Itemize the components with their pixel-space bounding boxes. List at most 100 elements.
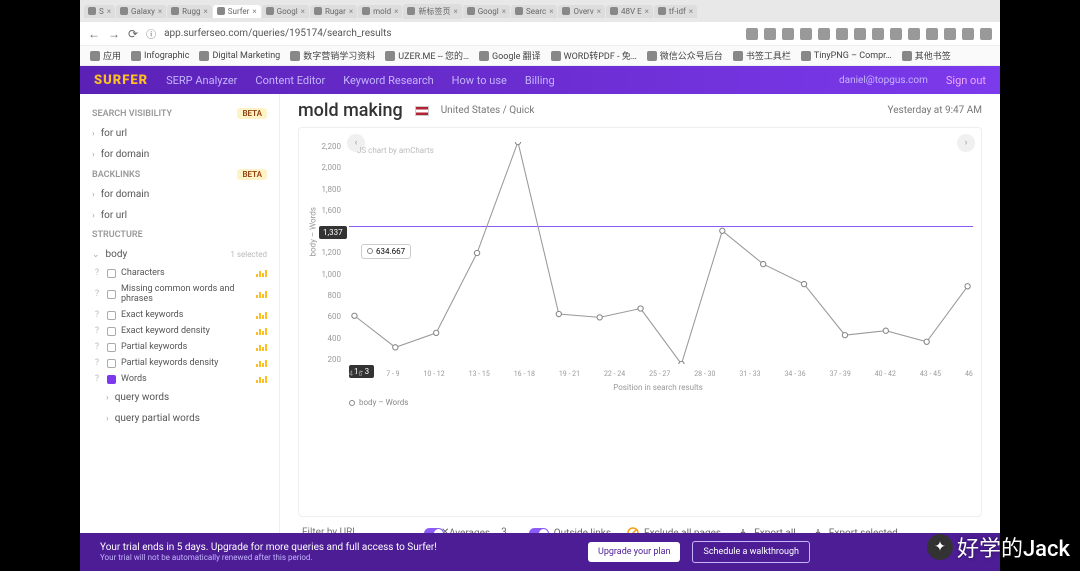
browser-tab[interactable]: mold× [358, 5, 402, 18]
close-icon[interactable]: × [502, 7, 506, 16]
checkbox[interactable] [107, 343, 116, 352]
checkbox[interactable] [107, 290, 116, 299]
close-icon[interactable]: × [645, 7, 649, 16]
bookmark-icon [290, 51, 300, 61]
browser-tab[interactable]: 48V E× [606, 5, 653, 18]
bookmark-item[interactable]: 应用 [90, 49, 121, 62]
help-icon[interactable]: ? [92, 310, 102, 320]
sidebar-metric-row[interactable]: ?Partial keywords [80, 339, 279, 355]
signout-link[interactable]: Sign out [946, 74, 986, 87]
favicon-icon [658, 7, 666, 15]
close-icon[interactable]: × [301, 7, 305, 16]
extension-icon[interactable] [818, 28, 830, 40]
browser-tab[interactable]: S× [84, 5, 115, 18]
bookmark-item[interactable]: UZER.ME -- 您的… [385, 49, 469, 62]
checkbox[interactable] [107, 359, 116, 368]
favicon-icon [171, 7, 179, 15]
sidebar-item[interactable]: ›for domain [80, 184, 279, 205]
sidebar-subitem[interactable]: ›query partial words [80, 408, 279, 429]
extension-icon[interactable] [854, 28, 866, 40]
bookmark-item[interactable]: 其他书签 [902, 49, 951, 62]
browser-tab[interactable]: Rugg× [167, 5, 212, 18]
tooltip: 634.667 [361, 244, 411, 259]
checkbox[interactable] [107, 327, 116, 336]
close-icon[interactable]: × [394, 7, 398, 16]
extension-icon[interactable] [926, 28, 938, 40]
sparkline-icon [256, 375, 267, 383]
bookmark-item[interactable]: WORD转PDF - 免… [551, 49, 637, 62]
bookmark-item[interactable]: TinyPNG – Compr… [801, 51, 892, 61]
upgrade-button[interactable]: Upgrade your plan [588, 542, 680, 562]
browser-tab[interactable]: tf-idf× [654, 5, 697, 18]
help-icon[interactable]: ? [92, 289, 102, 299]
sidebar-metric-row[interactable]: ?Partial keywords density [80, 355, 279, 371]
close-icon[interactable]: × [453, 7, 457, 16]
sidebar-item[interactable]: ›for url [80, 205, 279, 226]
bookmark-item[interactable]: 书签工具栏 [733, 49, 791, 62]
browser-tab[interactable]: Galaxy× [116, 5, 166, 18]
extension-icon[interactable] [836, 28, 848, 40]
checkbox[interactable] [107, 375, 116, 384]
help-icon[interactable]: ? [92, 268, 102, 278]
bookmark-item[interactable]: 数字营销学习资料 [290, 49, 375, 62]
extension-icon[interactable] [908, 28, 920, 40]
browser-tab[interactable]: Searc× [511, 5, 557, 18]
nav-item[interactable]: Billing [525, 74, 555, 87]
close-icon[interactable]: × [107, 7, 111, 16]
nav-item[interactable]: SERP Analyzer [166, 74, 237, 87]
extension-icon[interactable] [890, 28, 902, 40]
bookmark-item[interactable]: 微信公众号后台 [647, 49, 723, 62]
help-icon[interactable]: ? [92, 342, 102, 352]
sidebar-metric-row[interactable]: ?Missing common words and phrases [80, 281, 279, 307]
close-icon[interactable]: × [549, 7, 553, 16]
schedule-button[interactable]: Schedule a walkthrough [692, 541, 810, 563]
favicon-icon [120, 7, 128, 15]
url-text[interactable]: app.surferseo.com/queries/195174/search_… [164, 28, 738, 39]
extension-icon[interactable] [962, 28, 974, 40]
help-icon[interactable]: ? [92, 374, 102, 384]
extension-icon[interactable] [746, 28, 758, 40]
browser-tab[interactable]: Surfer× [213, 5, 261, 18]
sidebar-item[interactable]: ›for url [80, 123, 279, 144]
extension-icon[interactable] [944, 28, 956, 40]
extension-icon[interactable] [800, 28, 812, 40]
bookmark-item[interactable]: Infographic [131, 51, 189, 61]
close-icon[interactable]: × [597, 7, 601, 16]
browser-tab[interactable]: Rugar× [310, 5, 357, 18]
close-icon[interactable]: × [349, 7, 353, 16]
sidebar-item[interactable]: ›for domain [80, 144, 279, 165]
back-icon[interactable]: ← [88, 27, 100, 41]
help-icon[interactable]: ? [92, 326, 102, 336]
extension-icon[interactable] [872, 28, 884, 40]
sidebar-metric-row[interactable]: ?Exact keyword density [80, 323, 279, 339]
close-icon[interactable]: × [204, 7, 208, 16]
extension-icon[interactable] [782, 28, 794, 40]
bookmark-item[interactable]: Digital Marketing [199, 51, 280, 61]
nav-item[interactable]: Content Editor [255, 74, 325, 87]
nav-item[interactable]: Keyword Research [343, 74, 433, 87]
sidebar-subitem[interactable]: ›query words [80, 387, 279, 408]
browser-tab[interactable]: 新标签页× [403, 4, 461, 19]
extension-icon[interactable] [980, 28, 992, 40]
sidebar-metric-row[interactable]: ?Exact keywords [80, 307, 279, 323]
browser-tab[interactable]: Overv× [558, 5, 605, 18]
extension-icon[interactable] [764, 28, 776, 40]
close-icon[interactable]: × [252, 7, 256, 16]
help-icon[interactable]: ? [92, 358, 102, 368]
sidebar-structure-body[interactable]: ⌄body1 selected [80, 244, 279, 265]
app-nav: SURFER SERP Analyzer Content Editor Keywor… [80, 66, 1000, 94]
nav-item[interactable]: How to use [452, 74, 507, 87]
checkbox[interactable] [107, 311, 116, 320]
browser-tab[interactable]: Googl× [262, 5, 309, 18]
logo[interactable]: SURFER [94, 73, 148, 88]
checkbox[interactable] [107, 269, 116, 278]
bookmark-item[interactable]: Google 翻译 [479, 49, 541, 62]
close-icon[interactable]: × [158, 7, 162, 16]
bookmark-icon [90, 51, 100, 61]
browser-tab[interactable]: Googl× [463, 5, 510, 18]
reload-icon[interactable]: ⟳ [128, 27, 138, 41]
forward-icon[interactable]: → [108, 27, 120, 41]
sidebar-metric-row[interactable]: ?Characters [80, 265, 279, 281]
close-icon[interactable]: × [689, 7, 693, 16]
sidebar-metric-row[interactable]: ?Words [80, 371, 279, 387]
